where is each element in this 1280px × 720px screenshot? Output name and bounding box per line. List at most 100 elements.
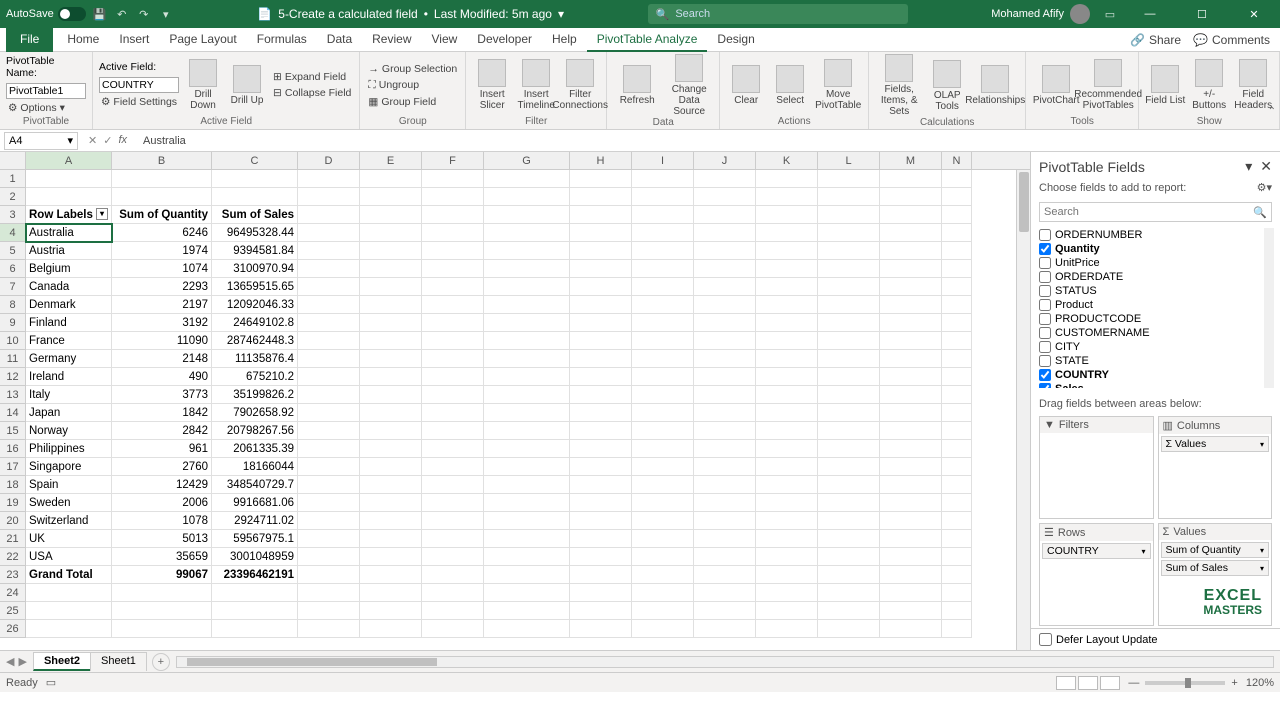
cell[interactable] — [360, 440, 422, 458]
cell[interactable] — [570, 476, 632, 494]
cell[interactable] — [942, 476, 972, 494]
fields-items-sets-button[interactable]: Fields, Items, & Sets — [875, 54, 923, 117]
cell[interactable] — [818, 188, 880, 206]
cell[interactable] — [298, 260, 360, 278]
cell[interactable] — [484, 494, 570, 512]
cell[interactable]: 9394581.84 — [212, 242, 298, 260]
cell[interactable] — [632, 224, 694, 242]
cell[interactable] — [818, 440, 880, 458]
cell[interactable] — [880, 332, 942, 350]
page-layout-view-button[interactable] — [1078, 676, 1098, 690]
cell[interactable] — [212, 602, 298, 620]
cell[interactable] — [694, 188, 756, 206]
row-header-16[interactable]: 16 — [0, 440, 26, 458]
field-settings-button[interactable]: ⚙ Field Settings — [99, 95, 179, 109]
cell[interactable]: 2842 — [112, 422, 212, 440]
col-header-B[interactable]: B — [112, 152, 212, 169]
ungroup-button[interactable]: ⛶ Ungroup — [366, 78, 459, 93]
ribbon-tab-review[interactable]: Review — [362, 28, 421, 52]
cell[interactable] — [26, 584, 112, 602]
refresh-button[interactable]: Refresh — [613, 54, 661, 117]
cell[interactable] — [484, 242, 570, 260]
cell[interactable] — [632, 422, 694, 440]
cell[interactable] — [360, 170, 422, 188]
cell[interactable] — [694, 422, 756, 440]
area-pill[interactable]: Sum of Sales▾ — [1161, 560, 1270, 576]
cell[interactable] — [360, 206, 422, 224]
col-header-F[interactable]: F — [422, 152, 484, 169]
cell[interactable] — [818, 332, 880, 350]
zoom-level[interactable]: 120% — [1246, 677, 1274, 689]
cell[interactable] — [298, 206, 360, 224]
cell[interactable] — [880, 350, 942, 368]
row-header-11[interactable]: 11 — [0, 350, 26, 368]
cell[interactable] — [212, 188, 298, 206]
cell[interactable] — [484, 584, 570, 602]
cell[interactable] — [694, 476, 756, 494]
cell[interactable] — [632, 368, 694, 386]
cell[interactable]: 2197 — [112, 296, 212, 314]
cell[interactable] — [942, 314, 972, 332]
cell[interactable] — [694, 278, 756, 296]
cell[interactable] — [298, 440, 360, 458]
cell[interactable] — [818, 260, 880, 278]
cell[interactable] — [212, 584, 298, 602]
cell[interactable] — [570, 260, 632, 278]
cell[interactable]: 11090 — [112, 332, 212, 350]
cell[interactable] — [942, 242, 972, 260]
cell[interactable] — [422, 170, 484, 188]
field-list-button[interactable]: Field List — [1145, 54, 1185, 116]
col-header-E[interactable]: E — [360, 152, 422, 169]
cell[interactable] — [422, 530, 484, 548]
cell[interactable] — [756, 476, 818, 494]
cell[interactable] — [422, 386, 484, 404]
undo-icon[interactable]: ↶ — [114, 6, 130, 22]
cell[interactable] — [360, 548, 422, 566]
cell[interactable] — [112, 620, 212, 638]
col-header-A[interactable]: A — [26, 152, 112, 169]
ribbon-tab-formulas[interactable]: Formulas — [247, 28, 317, 52]
row-header-1[interactable]: 1 — [0, 170, 26, 188]
cell[interactable] — [880, 296, 942, 314]
cell[interactable] — [694, 242, 756, 260]
cell[interactable] — [422, 314, 484, 332]
cell[interactable]: 287462448.3 — [212, 332, 298, 350]
cell[interactable] — [360, 458, 422, 476]
collapse-ribbon-icon[interactable]: ⌃ — [1268, 106, 1276, 117]
cell[interactable] — [818, 566, 880, 584]
cell[interactable] — [360, 476, 422, 494]
cell[interactable] — [298, 368, 360, 386]
recommended-pivottables-button[interactable]: Recommended PivotTables — [1084, 54, 1132, 116]
cell[interactable] — [298, 584, 360, 602]
cell[interactable] — [756, 494, 818, 512]
cell[interactable] — [298, 620, 360, 638]
cell[interactable] — [942, 188, 972, 206]
cell[interactable] — [298, 512, 360, 530]
cell[interactable] — [880, 314, 942, 332]
cell[interactable]: 2924711.02 — [212, 512, 298, 530]
cell[interactable]: 2061335.39 — [212, 440, 298, 458]
cell[interactable] — [942, 278, 972, 296]
cell[interactable] — [570, 170, 632, 188]
buttons-toggle-button[interactable]: +/- Buttons — [1189, 54, 1229, 116]
cell[interactable] — [818, 620, 880, 638]
sheet-nav-next-icon[interactable]: ▶ — [18, 655, 26, 668]
cell[interactable] — [360, 602, 422, 620]
pivotchart-button[interactable]: PivotChart — [1032, 54, 1080, 116]
row-header-17[interactable]: 17 — [0, 458, 26, 476]
cell[interactable] — [360, 314, 422, 332]
cell[interactable] — [942, 170, 972, 188]
maximize-button[interactable]: ☐ — [1182, 0, 1222, 28]
field-list[interactable]: ORDERNUMBERQuantityUnitPriceORDERDATESTA… — [1039, 228, 1274, 388]
cell[interactable] — [818, 512, 880, 530]
cell[interactable] — [422, 584, 484, 602]
cell[interactable] — [942, 584, 972, 602]
cell[interactable] — [942, 368, 972, 386]
cell[interactable] — [422, 512, 484, 530]
cell[interactable] — [484, 188, 570, 206]
cell[interactable]: Germany — [26, 350, 112, 368]
cell[interactable] — [694, 530, 756, 548]
cell[interactable] — [422, 242, 484, 260]
cell[interactable] — [818, 476, 880, 494]
expand-field-button[interactable]: ⊞ Expand Field — [271, 70, 353, 84]
